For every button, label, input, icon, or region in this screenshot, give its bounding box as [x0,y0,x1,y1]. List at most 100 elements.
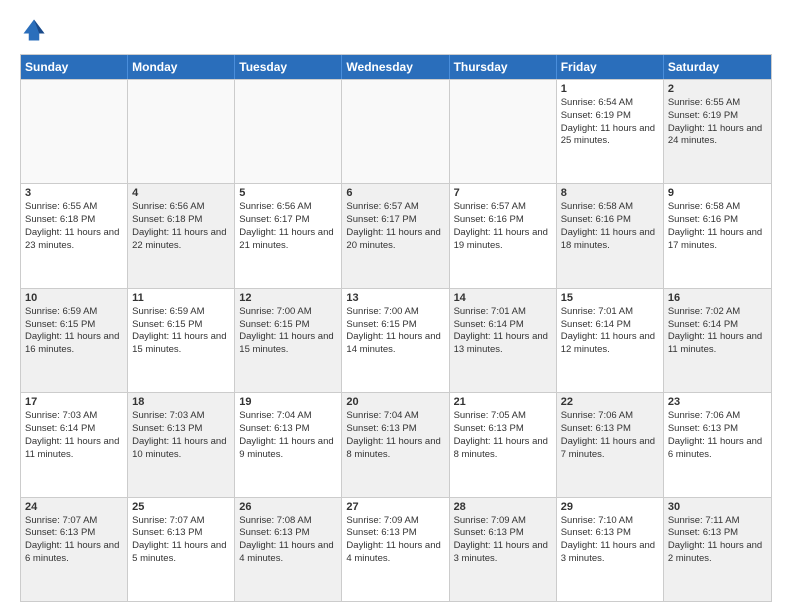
calendar-cell: 4 Sunrise: 6:56 AMSunset: 6:18 PMDaylight… [128,184,235,287]
day-info: Sunrise: 6:54 AMSunset: 6:19 PMDaylight:… [561,97,659,148]
day-number: 15 [561,292,659,304]
logo-icon [20,16,48,44]
weekday-header-tuesday: Tuesday [235,55,342,79]
calendar-cell [128,80,235,183]
day-info: Sunrise: 6:55 AMSunset: 6:19 PMDaylight:… [668,97,767,148]
day-info: Sunrise: 6:57 AMSunset: 6:16 PMDaylight:… [454,201,552,252]
calendar-cell: 30Sunrise: 7:11 AMSunset: 6:13 PMDayligh… [664,498,771,601]
day-info: Sunrise: 7:03 AMSunset: 6:14 PMDaylight:… [25,410,123,461]
day-number: 6 [346,187,444,199]
day-number: 7 [454,187,552,199]
calendar-cell: 7 Sunrise: 6:57 AMSunset: 6:16 PMDaylight… [450,184,557,287]
day-number: 19 [239,396,337,408]
day-info: Sunrise: 7:09 AMSunset: 6:13 PMDaylight:… [454,515,552,566]
day-number: 3 [25,187,123,199]
calendar-cell: 27 Sunrise: 7:09 AMSunset: 6:13 PMDayligh… [342,498,449,601]
weekday-header-sunday: Sunday [21,55,128,79]
calendar-cell [21,80,128,183]
page: SundayMondayTuesdayWednesdayThursdayFrid… [0,0,792,612]
day-number: 30 [668,501,767,513]
day-number: 1 [561,83,659,95]
day-info: Sunrise: 7:07 AMSunset: 6:13 PMDaylight:… [132,515,230,566]
day-number: 2 [668,83,767,95]
day-number: 17 [25,396,123,408]
day-info: Sunrise: 7:07 AMSunset: 6:13 PMDaylight:… [25,515,123,566]
day-number: 14 [454,292,552,304]
day-info: Sunrise: 6:56 AMSunset: 6:17 PMDaylight:… [239,201,337,252]
day-info: Sunrise: 7:04 AMSunset: 6:13 PMDaylight:… [346,410,444,461]
calendar-cell: 26 Sunrise: 7:08 AMSunset: 6:13 PMDayligh… [235,498,342,601]
calendar-cell [450,80,557,183]
calendar-cell [235,80,342,183]
calendar-cell: 29 Sunrise: 7:10 AMSunset: 6:13 PMDayligh… [557,498,664,601]
weekday-header-wednesday: Wednesday [342,55,449,79]
calendar-row-1: 3 Sunrise: 6:55 AMSunset: 6:18 PMDaylight… [21,183,771,287]
calendar-cell: 10 Sunrise: 6:59 AMSunset: 6:15 PMDayligh… [21,289,128,392]
day-number: 11 [132,292,230,304]
calendar-cell [342,80,449,183]
day-info: Sunrise: 7:03 AMSunset: 6:13 PMDaylight:… [132,410,230,461]
calendar-cell: 15 Sunrise: 7:01 AMSunset: 6:14 PMDayligh… [557,289,664,392]
calendar-cell: 16Sunrise: 7:02 AMSunset: 6:14 PMDayligh… [664,289,771,392]
day-info: Sunrise: 7:00 AMSunset: 6:15 PMDaylight:… [346,306,444,357]
day-number: 12 [239,292,337,304]
calendar-cell: 28 Sunrise: 7:09 AMSunset: 6:13 PMDayligh… [450,498,557,601]
day-info: Sunrise: 7:08 AMSunset: 6:13 PMDaylight:… [239,515,337,566]
day-info: Sunrise: 7:06 AMSunset: 6:13 PMDaylight:… [668,410,767,461]
calendar-cell: 25 Sunrise: 7:07 AMSunset: 6:13 PMDayligh… [128,498,235,601]
day-info: Sunrise: 6:59 AMSunset: 6:15 PMDaylight:… [25,306,123,357]
header [20,16,772,44]
calendar-cell: 24 Sunrise: 7:07 AMSunset: 6:13 PMDayligh… [21,498,128,601]
day-number: 21 [454,396,552,408]
day-info: Sunrise: 7:00 AMSunset: 6:15 PMDaylight:… [239,306,337,357]
calendar-cell: 5 Sunrise: 6:56 AMSunset: 6:17 PMDaylight… [235,184,342,287]
day-info: Sunrise: 7:06 AMSunset: 6:13 PMDaylight:… [561,410,659,461]
calendar-cell: 22Sunrise: 7:06 AMSunset: 6:13 PMDayligh… [557,393,664,496]
day-info: Sunrise: 7:10 AMSunset: 6:13 PMDaylight:… [561,515,659,566]
day-number: 24 [25,501,123,513]
day-number: 5 [239,187,337,199]
calendar-cell: 20 Sunrise: 7:04 AMSunset: 6:13 PMDayligh… [342,393,449,496]
calendar-cell: 21Sunrise: 7:05 AMSunset: 6:13 PMDayligh… [450,393,557,496]
calendar-cell: 8Sunrise: 6:58 AMSunset: 6:16 PMDaylight… [557,184,664,287]
day-number: 16 [668,292,767,304]
calendar-body: 1 Sunrise: 6:54 AMSunset: 6:19 PMDaylight… [21,79,771,601]
day-info: Sunrise: 7:04 AMSunset: 6:13 PMDaylight:… [239,410,337,461]
day-number: 29 [561,501,659,513]
day-number: 25 [132,501,230,513]
calendar-cell: 3 Sunrise: 6:55 AMSunset: 6:18 PMDaylight… [21,184,128,287]
calendar-cell: 11 Sunrise: 6:59 AMSunset: 6:15 PMDayligh… [128,289,235,392]
day-info: Sunrise: 7:01 AMSunset: 6:14 PMDaylight:… [561,306,659,357]
calendar-row-3: 17 Sunrise: 7:03 AMSunset: 6:14 PMDayligh… [21,392,771,496]
day-info: Sunrise: 7:01 AMSunset: 6:14 PMDaylight:… [454,306,552,357]
day-info: Sunrise: 6:58 AMSunset: 6:16 PMDaylight:… [668,201,767,252]
calendar-row-2: 10 Sunrise: 6:59 AMSunset: 6:15 PMDayligh… [21,288,771,392]
day-info: Sunrise: 7:09 AMSunset: 6:13 PMDaylight:… [346,515,444,566]
day-info: Sunrise: 6:56 AMSunset: 6:18 PMDaylight:… [132,201,230,252]
day-number: 10 [25,292,123,304]
day-number: 4 [132,187,230,199]
calendar-cell: 17 Sunrise: 7:03 AMSunset: 6:14 PMDayligh… [21,393,128,496]
logo [20,16,52,44]
calendar-cell: 6Sunrise: 6:57 AMSunset: 6:17 PMDaylight… [342,184,449,287]
calendar-header: SundayMondayTuesdayWednesdayThursdayFrid… [21,55,771,79]
day-number: 28 [454,501,552,513]
weekday-header-friday: Friday [557,55,664,79]
calendar-row-4: 24 Sunrise: 7:07 AMSunset: 6:13 PMDayligh… [21,497,771,601]
day-number: 23 [668,396,767,408]
day-info: Sunrise: 6:58 AMSunset: 6:16 PMDaylight:… [561,201,659,252]
calendar-cell: 14 Sunrise: 7:01 AMSunset: 6:14 PMDayligh… [450,289,557,392]
calendar-cell: 12 Sunrise: 7:00 AMSunset: 6:15 PMDayligh… [235,289,342,392]
calendar-cell: 19 Sunrise: 7:04 AMSunset: 6:13 PMDayligh… [235,393,342,496]
calendar-cell: 1 Sunrise: 6:54 AMSunset: 6:19 PMDaylight… [557,80,664,183]
day-number: 20 [346,396,444,408]
day-number: 26 [239,501,337,513]
day-info: Sunrise: 6:59 AMSunset: 6:15 PMDaylight:… [132,306,230,357]
weekday-header-saturday: Saturday [664,55,771,79]
calendar-cell: 13 Sunrise: 7:00 AMSunset: 6:15 PMDayligh… [342,289,449,392]
day-number: 13 [346,292,444,304]
day-info: Sunrise: 6:55 AMSunset: 6:18 PMDaylight:… [25,201,123,252]
day-number: 27 [346,501,444,513]
calendar-cell: 9Sunrise: 6:58 AMSunset: 6:16 PMDaylight… [664,184,771,287]
weekday-header-thursday: Thursday [450,55,557,79]
